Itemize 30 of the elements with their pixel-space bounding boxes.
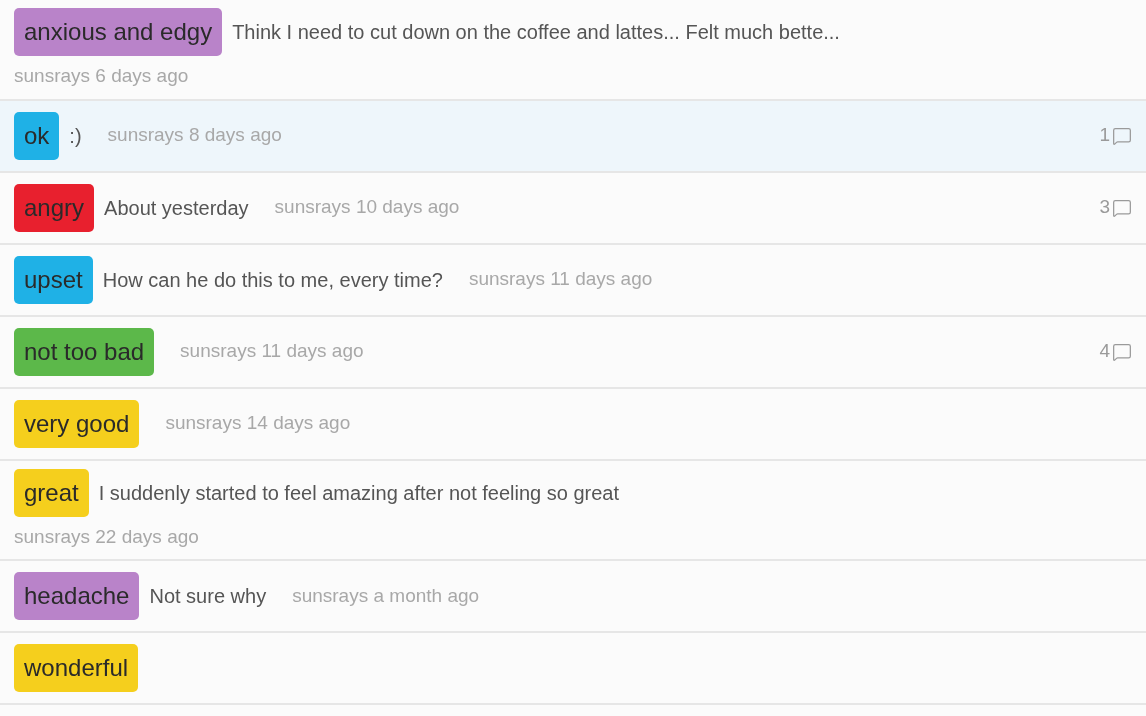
entry-meta: sunsrays a month ago (292, 583, 480, 608)
entry-meta: sunsrays 11 days ago (468, 267, 653, 292)
entry-meta: sunsrays 6 days ago (14, 64, 190, 88)
entry-note: I suddenly started to feel amazing after not feeling so great (98, 480, 619, 506)
entry-note: :) (69, 123, 82, 149)
mood-tag: anxious and edgy (14, 8, 223, 56)
entry-meta: sunsrays 8 days ago (107, 123, 282, 148)
mood-tag: ok (14, 111, 60, 160)
comment-count: 3 (1099, 195, 1110, 220)
entry-note: How can he do this to me, every time? (102, 267, 443, 293)
mood-tag: great (14, 468, 89, 517)
entry-meta: sunsrays 10 days ago (274, 195, 460, 220)
entry-meta: sunsrays 11 days ago (180, 339, 364, 364)
entry-meta: sunsrays 14 days ago (165, 411, 351, 436)
entry-note: Think I need to cut down on the coffee and lattes... Felt much bette... (232, 20, 840, 45)
comment-count: 1 (1099, 123, 1110, 148)
entry-row[interactable]: ok :) sunsrays 8 days ago 1 (0, 100, 1146, 173)
comment-icon (1112, 125, 1132, 146)
mood-tag: headache (14, 572, 140, 620)
comment-count: 4 (1099, 339, 1110, 364)
comment-icon (1112, 341, 1132, 362)
entry-note: Not sure why (149, 584, 267, 609)
entry-note: About yesterday (104, 195, 249, 221)
mood-tag: not too bad (14, 327, 155, 376)
mood-tag: wonderful (14, 644, 139, 692)
entry-meta: sunsrays 22 days ago (14, 524, 200, 549)
mood-tag: upset (14, 255, 93, 304)
mood-tag: very good (14, 399, 140, 448)
mood-tag: angry (14, 183, 95, 232)
comment-icon (1112, 197, 1132, 218)
